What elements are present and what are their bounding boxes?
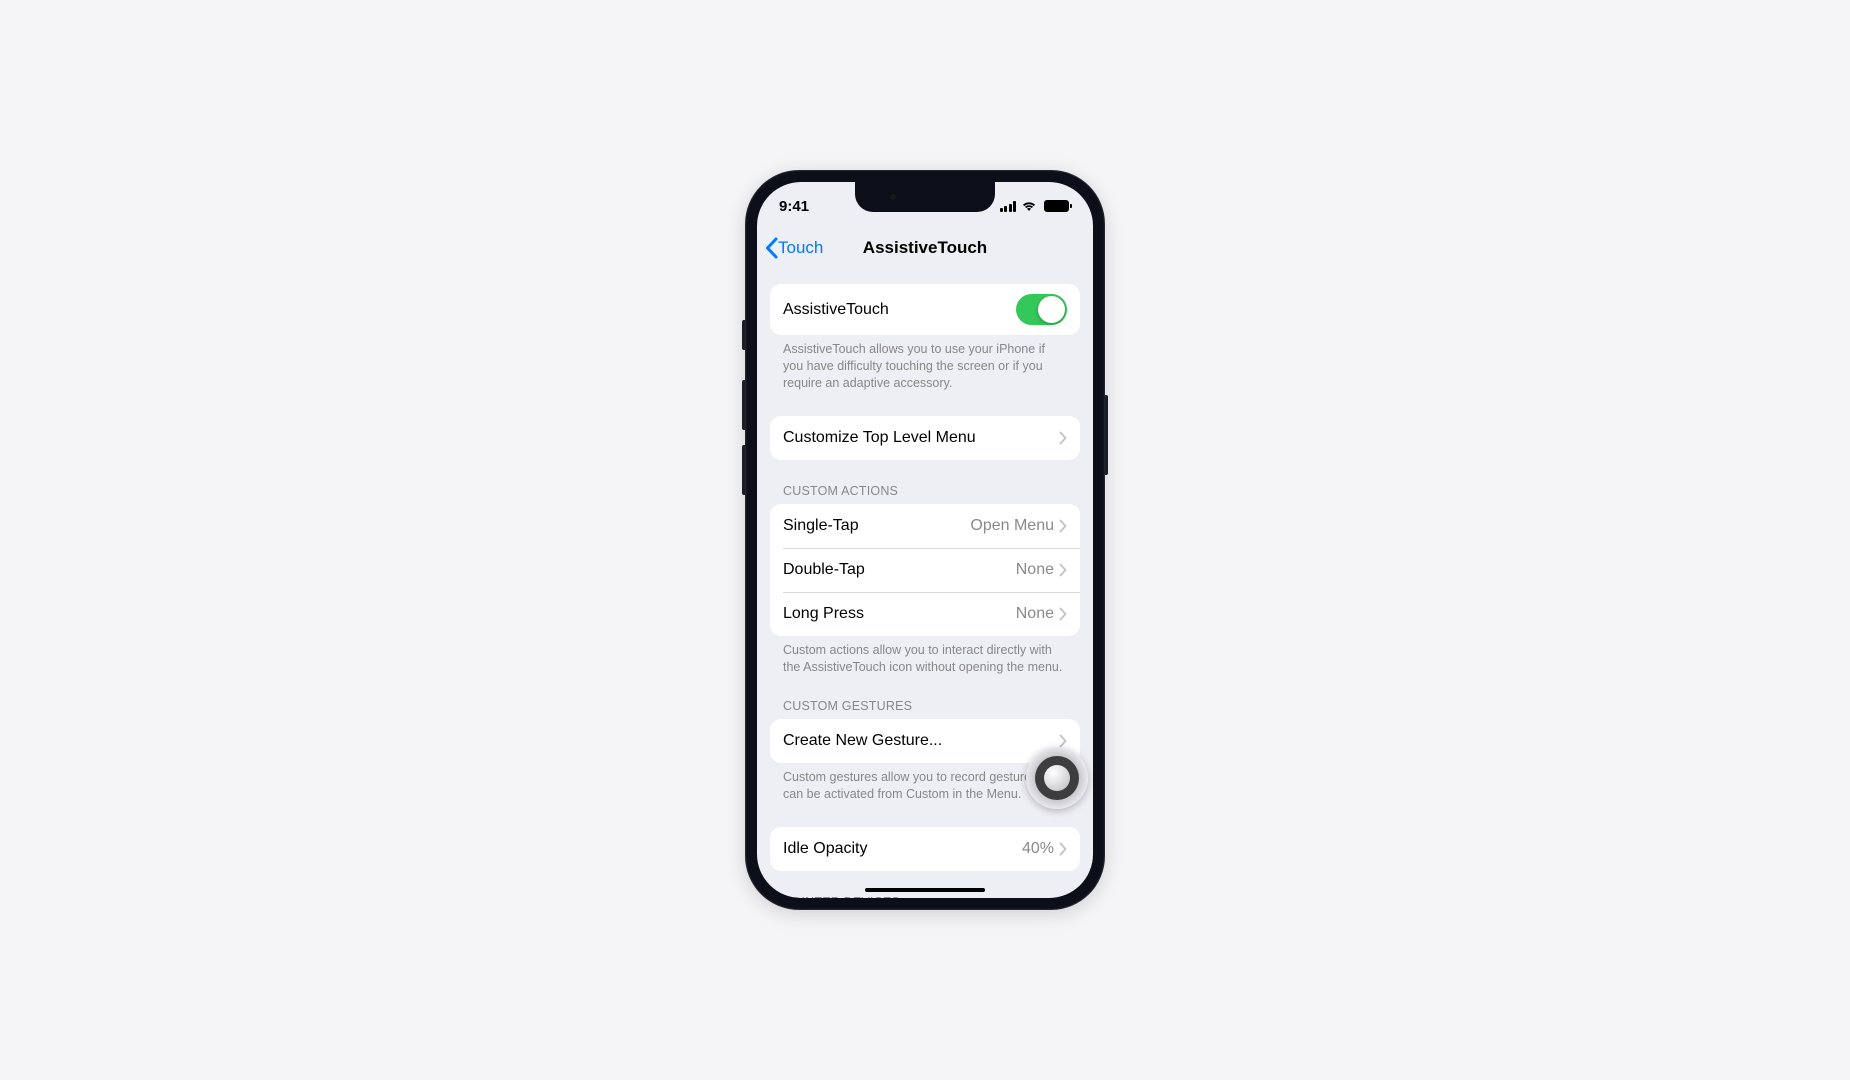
idle-opacity-row[interactable]: Idle Opacity 40%	[770, 827, 1080, 871]
cell-detail: Open Menu	[970, 517, 1054, 535]
cell-label: Long Press	[783, 605, 1016, 623]
status-indicators	[1000, 200, 1070, 212]
assistivetouch-toggle-row[interactable]: AssistiveTouch	[770, 284, 1080, 335]
cell-label: AssistiveTouch	[783, 301, 1016, 319]
cell-label: Create New Gesture...	[783, 732, 1059, 750]
power-button	[1105, 395, 1108, 475]
section-header: POINTER DEVICES	[770, 895, 1080, 898]
double-tap-row[interactable]: Double-Tap None	[770, 548, 1080, 592]
chevron-right-icon	[1059, 563, 1067, 577]
section-header: CUSTOM ACTIONS	[770, 484, 1080, 504]
cell-label: Idle Opacity	[783, 840, 1022, 858]
customize-top-level-menu-row[interactable]: Customize Top Level Menu	[770, 416, 1080, 460]
cell-label: Single-Tap	[783, 517, 970, 535]
section-header: CUSTOM GESTURES	[770, 699, 1080, 719]
chevron-right-icon	[1059, 519, 1067, 533]
chevron-right-icon	[1059, 607, 1067, 621]
wifi-icon	[1021, 200, 1037, 212]
back-button[interactable]: Touch	[765, 237, 823, 259]
back-label: Touch	[778, 238, 823, 258]
cell-detail: 40%	[1022, 840, 1054, 858]
cell-detail: None	[1016, 605, 1054, 623]
single-tap-row[interactable]: Single-Tap Open Menu	[770, 504, 1080, 548]
volume-up-button	[742, 380, 745, 430]
mute-switch	[742, 320, 745, 350]
phone-screen: 9:41 Touch AssistiveTouch	[757, 182, 1093, 898]
status-time: 9:41	[779, 198, 809, 215]
section-footer: AssistiveTouch allows you to use your iP…	[770, 335, 1080, 392]
display-notch	[855, 182, 995, 212]
volume-down-button	[742, 445, 745, 495]
navigation-bar: Touch AssistiveTouch	[757, 226, 1093, 270]
home-indicator[interactable]	[865, 888, 985, 893]
chevron-right-icon	[1059, 842, 1067, 856]
assistivetouch-toggle[interactable]	[1016, 294, 1067, 325]
cell-label: Customize Top Level Menu	[783, 429, 1059, 447]
cell-label: Double-Tap	[783, 561, 1016, 579]
long-press-row[interactable]: Long Press None	[770, 592, 1080, 636]
chevron-right-icon	[1059, 431, 1067, 445]
battery-icon	[1044, 200, 1069, 212]
phone-device-frame: 9:41 Touch AssistiveTouch	[745, 170, 1105, 910]
section-footer: Custom actions allow you to interact dir…	[770, 636, 1080, 676]
cellular-signal-icon	[1000, 201, 1017, 212]
assistivetouch-floating-button[interactable]	[1026, 747, 1088, 809]
cell-detail: None	[1016, 561, 1054, 579]
chevron-left-icon	[765, 237, 778, 259]
